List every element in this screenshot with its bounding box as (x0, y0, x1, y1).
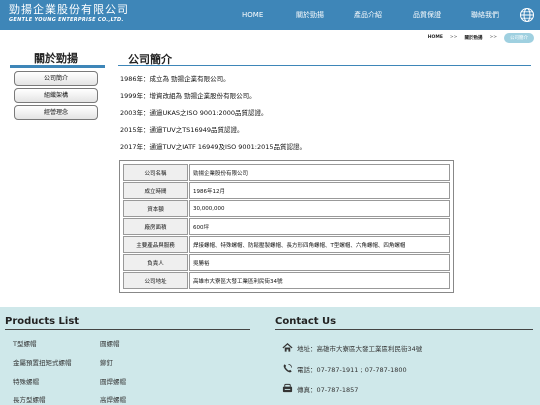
nav-contact[interactable]: 聯絡我們 (471, 0, 499, 30)
sidebar-divider (10, 65, 105, 68)
sidebar-item-philosophy[interactable]: 經營理念 (14, 105, 98, 120)
contact-address: 地址：高雄市大寮區大發工業區利民街34號 (297, 345, 423, 353)
top-header: 勁揚企業股份有限公司 GENTLE YOUNG ENTERPRISE CO.,L… (0, 0, 540, 30)
contact-phone: 電話：07-787-1911 ; 07-787-1800 (297, 366, 407, 374)
product-link[interactable]: 金屬預置扭矩式螺帽 (13, 357, 72, 367)
sidebar-item-company-profile[interactable]: 公司簡介 (14, 71, 98, 86)
home-icon (282, 342, 293, 352)
table-value: 30,000,000 (189, 200, 450, 217)
product-link[interactable]: 圓螺帽 (100, 338, 120, 348)
nav-about[interactable]: 關於勁揚 (296, 0, 324, 30)
product-link[interactable]: 長方型螺帽 (13, 394, 46, 404)
table-key: 公司名稱 (123, 164, 188, 181)
table-key: 資本額 (123, 200, 188, 217)
fax-icon (282, 383, 293, 393)
products-divider (5, 329, 250, 330)
globe-icon[interactable] (519, 7, 535, 23)
table-value: 1986年12月 (189, 182, 450, 199)
nav-quality[interactable]: 品質保證 (413, 0, 441, 30)
table-value: 600坪 (189, 218, 450, 235)
table-row: 公司名稱 勁揚企業股份有限公司 (123, 164, 450, 181)
table-row: 公司地址 高雄市大寮區大發工業區利民街34號 (123, 272, 450, 289)
product-link[interactable]: 圓焊螺帽 (100, 376, 126, 386)
history-item: 1999年：增資改組為 勁揚企業股份有限公司。 (120, 92, 256, 100)
history-item: 1986年：成立為 勁揚企業有限公司。 (120, 75, 230, 83)
product-link[interactable]: 特殊螺帽 (13, 376, 39, 386)
product-link[interactable]: T型螺帽 (13, 338, 36, 348)
sidebar-title: 關於勁揚 (34, 52, 78, 65)
brand-name-en: GENTLE YOUNG ENTERPRISE CO.,LTD. (9, 17, 124, 23)
table-row: 廠房面積 600坪 (123, 218, 450, 235)
table-value: 焊接螺帽、特殊螺帽、防鬆壓製螺帽、長方形四角螺帽、T型螺帽、六角螺帽、四角螺帽 (189, 236, 450, 253)
breadcrumb-about[interactable]: 關於勁揚 (464, 35, 482, 41)
history-item: 2015年：通過TUV之TS16949品質認證。 (120, 126, 244, 134)
table-key: 成立時間 (123, 182, 188, 199)
table-key: 廠房面積 (123, 218, 188, 235)
phone-icon (283, 364, 292, 373)
product-link[interactable]: 鉚釘 (100, 357, 113, 367)
breadcrumb-home[interactable]: HOME (428, 35, 443, 40)
table-key: 主要產品與服務 (123, 236, 188, 253)
breadcrumb-separator: >> (489, 35, 497, 40)
products-list-title: Products List (5, 316, 80, 327)
product-link[interactable]: 高焊螺帽 (100, 394, 126, 404)
nav-home[interactable]: HOME (242, 0, 263, 30)
footer: Products List T型螺帽 圓螺帽 金屬預置扭矩式螺帽 鉚釘 特殊螺帽… (0, 307, 540, 405)
contact-divider (275, 329, 533, 330)
table-row: 成立時間 1986年12月 (123, 182, 450, 199)
breadcrumb-separator: >> (449, 35, 458, 40)
breadcrumb-current: 公司簡介 (504, 32, 534, 43)
table-value: 高雄市大寮區大發工業區利民街34號 (189, 272, 450, 289)
table-row: 負責人 吳勝裕 (123, 254, 450, 271)
nav-products[interactable]: 產品介紹 (354, 0, 382, 30)
brand-logo[interactable]: 勁揚企業股份有限公司 GENTLE YOUNG ENTERPRISE CO.,L… (9, 4, 129, 24)
table-value: 勁揚企業股份有限公司 (189, 164, 450, 181)
sidebar-item-organization[interactable]: 組織架構 (14, 88, 98, 103)
history-item: 2003年：通過UKAS之ISO 9001:2000品質認證。 (120, 109, 268, 117)
history-item: 2017年：通過TUV之IATF 16949及ISO 9001:2015品質認證… (120, 143, 307, 151)
table-key: 負責人 (123, 254, 188, 271)
brand-name-cn: 勁揚企業股份有限公司 (9, 3, 129, 16)
company-info-table: 公司名稱 勁揚企業股份有限公司 成立時間 1986年12月 資本額 30,000… (119, 160, 454, 293)
table-value: 吳勝裕 (189, 254, 450, 271)
contact-title: Contact Us (275, 316, 337, 327)
table-key: 公司地址 (123, 272, 188, 289)
table-row: 資本額 30,000,000 (123, 200, 450, 217)
title-divider (118, 65, 531, 66)
table-row: 主要產品與服務 焊接螺帽、特殊螺帽、防鬆壓製螺帽、長方形四角螺帽、T型螺帽、六角… (123, 236, 450, 253)
breadcrumb: HOME >> 關於勁揚 >> 公司簡介 (428, 32, 534, 43)
contact-fax: 傳真：07-787-1857 (297, 386, 359, 394)
